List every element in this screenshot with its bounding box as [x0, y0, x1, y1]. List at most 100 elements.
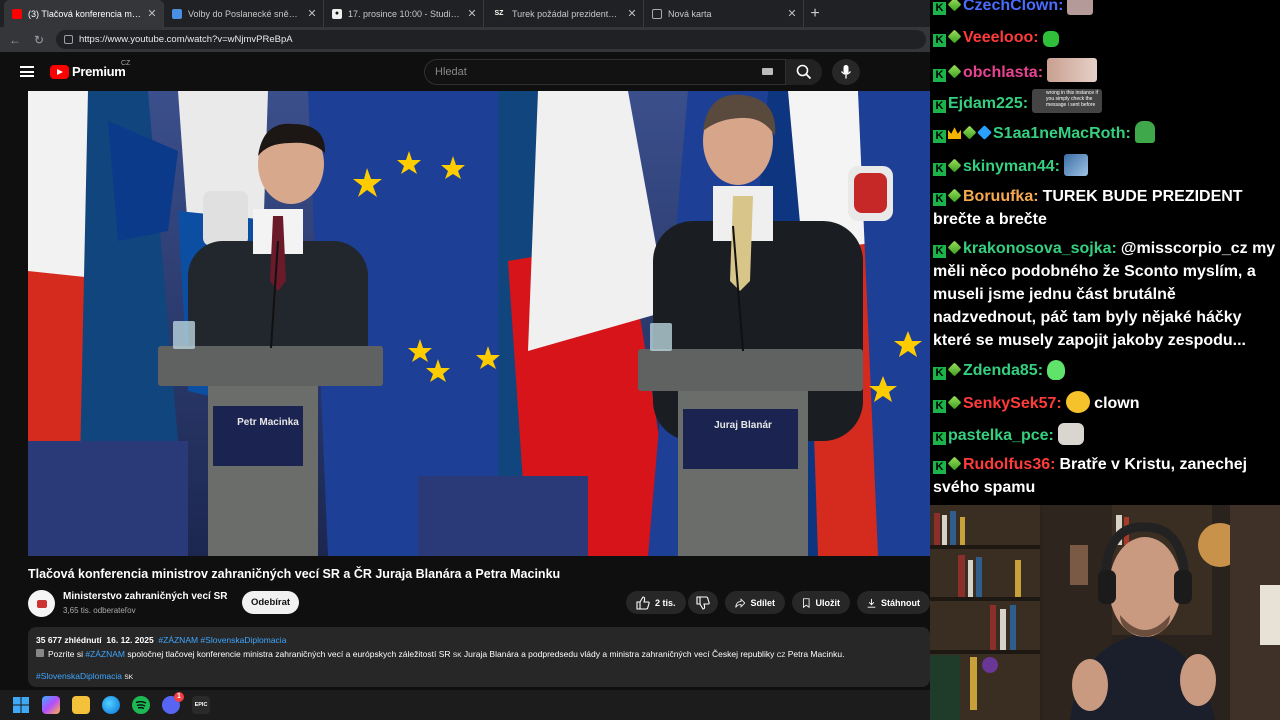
close-icon[interactable]: ✕	[787, 7, 797, 20]
kick-badge-icon: K	[933, 163, 946, 176]
site-info-icon[interactable]	[64, 35, 73, 44]
chat-username[interactable]: krakonosova_sojka:	[963, 240, 1117, 257]
hashtags[interactable]: #ZÁZNAM #SlovenskaDiplomacia	[158, 635, 286, 645]
gem-badge-icon	[947, 188, 962, 203]
download-button[interactable]: Stáhnout	[857, 591, 930, 614]
desc-prefix: Pozrite si	[48, 649, 86, 659]
like-button[interactable]: 2 tis.	[626, 591, 686, 614]
chat-username[interactable]: skinyman44:	[963, 158, 1060, 175]
chat-username[interactable]: Rudolfus36:	[963, 456, 1055, 473]
share-button[interactable]: Sdílet	[725, 591, 785, 614]
close-icon[interactable]: ✕	[627, 7, 637, 20]
save-label: Uložit	[815, 597, 841, 608]
gem-badge-icon	[947, 0, 962, 12]
chat-username[interactable]: obchlasta:	[963, 64, 1043, 81]
spotify-icon[interactable]	[132, 696, 150, 714]
chat-username[interactable]: S1aa1neMacRoth:	[993, 125, 1131, 142]
close-icon[interactable]: ✕	[147, 7, 157, 20]
upload-date: 16. 12. 2025	[106, 635, 154, 645]
youtube-premium-label[interactable]: Premium	[72, 64, 126, 79]
tab-bar: (3) Tlačová konferencia ministrov z ✕ Vo…	[0, 0, 930, 27]
windows-icon[interactable]	[12, 696, 30, 714]
explorer-icon[interactable]	[72, 696, 90, 714]
chat-message: K S1aa1neMacRoth:	[933, 121, 1277, 145]
crown-badge-icon	[948, 127, 961, 139]
cube-badge-icon	[977, 125, 992, 140]
chat-username[interactable]: CzechClown:	[963, 0, 1063, 14]
pin-icon	[36, 649, 44, 657]
kick-badge-icon: K	[933, 193, 946, 206]
chat-username[interactable]: Veeelooo:	[963, 29, 1039, 46]
view-count: 35 677 zhlédnutí	[36, 635, 102, 645]
chat-username[interactable]: Ejdam225:	[948, 95, 1028, 112]
kick-badge-icon: K	[933, 2, 946, 15]
cat-emote	[1057, 423, 1084, 445]
duck-emote	[1065, 391, 1090, 413]
video-player[interactable]: Petr Macinka Juraj Blanár	[28, 91, 930, 556]
save-button[interactable]: Uložit	[792, 591, 850, 614]
desc-body: spoločnej tlačovej konferencie ministra …	[125, 649, 453, 659]
chat-message: K CzechClown:	[933, 0, 1277, 17]
ct24-icon: ●	[332, 8, 342, 19]
chat-text: clown	[1089, 395, 1140, 412]
kick-badge-icon: K	[933, 367, 946, 380]
address-bar[interactable]: https://www.youtube.com/watch?v=wNjmvPRe…	[56, 30, 926, 49]
new-tab-button[interactable]: +	[804, 0, 826, 27]
epic-icon[interactable]: EPIC	[192, 696, 210, 714]
chat-message: K Veeelooo:	[933, 26, 1277, 49]
chat-username[interactable]: pastelka_pce:	[948, 427, 1054, 444]
chat-message: K Ejdam225:wrong in this instance if you …	[933, 89, 1277, 115]
back-icon[interactable]: ←	[8, 33, 22, 47]
tab-label: Turek požádal prezidenta o schůzk	[512, 8, 621, 19]
video-description[interactable]: 35 677 zhlédnutí 16. 12. 2025 #ZÁZNAM #S…	[28, 627, 930, 687]
subscribe-button[interactable]: Odebírat	[242, 591, 299, 614]
chat-message: K SenkySek57: clown	[933, 391, 1277, 415]
clown-emote	[1067, 0, 1094, 15]
bookmark-icon	[802, 597, 810, 608]
edge-icon[interactable]	[102, 696, 120, 714]
tab-turek[interactable]: SZ Turek požádal prezidenta o schůzk ✕	[484, 0, 644, 27]
tab-youtube[interactable]: (3) Tlačová konferencia ministrov z ✕	[4, 0, 164, 27]
voice-search-button[interactable]	[832, 59, 860, 85]
youtube-logo-icon[interactable]	[50, 65, 69, 79]
nameplate-left: Petr Macinka	[237, 417, 299, 428]
tab-label: (3) Tlačová konferencia ministrov z	[28, 8, 141, 19]
hashtag-slovenska-diplomacia[interactable]: #SlovenskaDiplomacia	[36, 671, 122, 681]
tab-volby[interactable]: Volby do Poslanecké sněmovny 20 ✕	[164, 0, 324, 27]
close-icon[interactable]: ✕	[307, 7, 317, 20]
thumbs-up-icon	[636, 595, 650, 610]
chat-message: K Boruufka: TUREK BUDE PREZIDENT brečte a …	[933, 185, 1277, 231]
address-bar-row: ← ↻ https://www.youtube.com/watch?v=wNjm…	[0, 27, 930, 52]
dislike-button[interactable]	[688, 591, 718, 614]
newtab-icon	[652, 8, 662, 19]
chat-message: Kskinyman44:	[933, 154, 1277, 178]
channel-avatar[interactable]	[28, 590, 55, 617]
tile-emote	[1063, 154, 1088, 176]
mic-icon	[840, 65, 852, 79]
tab-label: Nová karta	[668, 8, 712, 19]
chat-message: K Zdenda85:	[933, 359, 1277, 382]
copilot-icon[interactable]	[42, 696, 60, 714]
chat-username[interactable]: SenkySek57:	[963, 395, 1062, 412]
stream-chat: K CzechClown: K Veeelooo: Kobchlasta: K Ejdam2…	[930, 0, 1280, 505]
video-frame	[28, 91, 930, 556]
chat-username[interactable]: Boruufka:	[963, 188, 1039, 205]
channel-name[interactable]: Ministerstvo zahraničných vecí SR	[63, 591, 228, 602]
search-input[interactable]: Hledat	[424, 59, 786, 85]
tab-ct24[interactable]: ● 17. prosince 10:00 - Studio ČT24 | ✕	[324, 0, 484, 27]
reload-icon[interactable]: ↻	[32, 33, 46, 47]
kick-badge-icon: K	[933, 34, 946, 47]
chat-username[interactable]: Zdenda85:	[963, 362, 1043, 379]
tab-new[interactable]: Nová karta ✕	[644, 0, 804, 27]
menu-icon[interactable]	[20, 66, 34, 77]
description-meta: 35 677 zhlédnutí 16. 12. 2025 #ZÁZNAM #S…	[36, 633, 922, 647]
hashtag-zaznam[interactable]: #ZÁZNAM	[85, 649, 125, 659]
close-icon[interactable]: ✕	[467, 7, 477, 20]
youtube-icon	[12, 8, 22, 19]
gem-badge-icon	[947, 362, 962, 377]
globe-icon	[172, 8, 182, 19]
discord-icon[interactable]: 1	[162, 692, 184, 714]
download-icon	[867, 598, 876, 608]
search-button[interactable]	[786, 59, 822, 85]
keyboard-icon[interactable]	[762, 68, 773, 75]
